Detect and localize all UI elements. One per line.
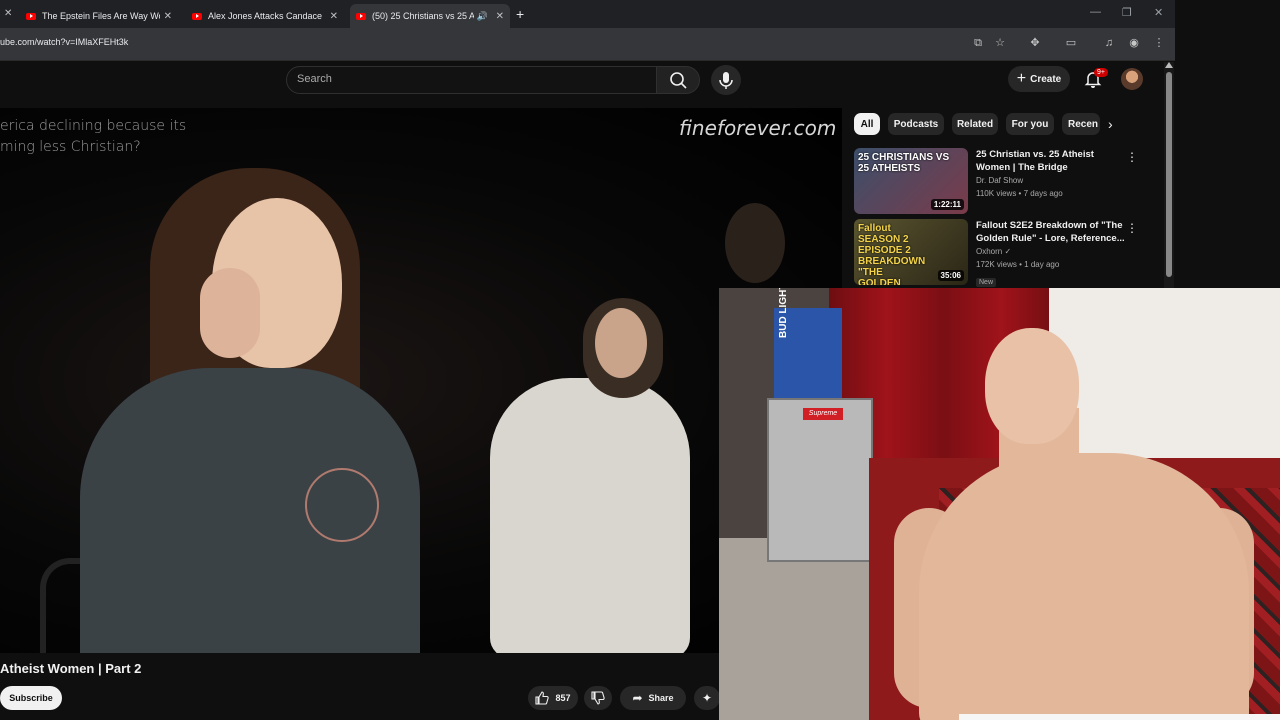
notification-count-badge: 9+: [1094, 68, 1108, 77]
scrollbar-thumb[interactable]: [1166, 72, 1172, 277]
scroll-up-icon[interactable]: [1165, 62, 1173, 68]
browser-menu-icon[interactable]: ⋮: [1152, 36, 1166, 50]
beer-box: BUD LIGHT: [774, 288, 842, 398]
tab-alex-jones[interactable]: Alex Jones Attacks Candace Ow ✕: [186, 4, 344, 28]
search-icon: [670, 72, 687, 89]
youtube-favicon-icon: [26, 12, 36, 20]
dislike-button[interactable]: [584, 686, 612, 710]
webcam-overlay: BUD LIGHT Supreme: [719, 288, 1280, 720]
recommendation-item[interactable]: 25 CHRISTIANS VS 25 ATHEISTS 1:22:11 25 …: [854, 148, 1154, 218]
divider: [0, 60, 1175, 61]
close-window-icon[interactable]: ✕: [1154, 6, 1163, 19]
chip-related[interactable]: Related: [952, 113, 998, 135]
minimize-icon[interactable]: —: [1090, 6, 1101, 18]
subscribe-button[interactable]: Subscribe: [0, 686, 62, 710]
close-tab-icon[interactable]: ✕: [330, 11, 338, 22]
profile-icon[interactable]: ◉: [1127, 36, 1141, 50]
recommendation-title[interactable]: Fallout S2E2 Breakdown of "The Golden Ru…: [976, 219, 1126, 245]
ask-ai-button[interactable]: ✦: [694, 686, 720, 710]
more-actions-icon[interactable]: ⋮: [1126, 150, 1138, 164]
video-frame-person-white-robe: [490, 378, 690, 653]
mini-fridge: [767, 398, 873, 562]
tab-christians-vs-atheists[interactable]: (50) 25 Christians vs 25 Athe 🔊 ✕: [350, 4, 510, 28]
like-button[interactable]: 857: [528, 686, 578, 710]
video-title: Atheist Women | Part 2: [0, 661, 142, 676]
video-watermark: fineforever.com: [679, 116, 837, 140]
video-caption: erica declining because its ming less Ch…: [0, 118, 187, 155]
extensions-icon[interactable]: ✥: [1028, 36, 1042, 50]
search-button[interactable]: [656, 66, 700, 94]
new-tab-icon[interactable]: +: [516, 6, 524, 22]
create-button[interactable]: + Create: [1008, 66, 1070, 92]
shirt-logo: [305, 468, 379, 542]
video-thumbnail[interactable]: Fallout SEASON 2 EPISODE 2 BREAKDOWN "TH…: [854, 219, 968, 285]
share-button[interactable]: ➦ Share: [620, 686, 686, 710]
plus-icon: +: [1016, 70, 1027, 87]
channel-name[interactable]: Oxhorn ✓: [976, 245, 1126, 258]
install-app-icon[interactable]: ⧉: [971, 36, 985, 50]
webcam-person: [919, 453, 1249, 720]
close-tab-icon[interactable]: ✕: [496, 11, 504, 22]
youtube-favicon-icon: [192, 12, 202, 20]
fridge-sticker: Supreme: [803, 408, 843, 420]
new-badge: New: [976, 278, 997, 287]
bookmark-star-icon[interactable]: ☆: [993, 36, 1007, 50]
thumbs-up-icon: [535, 691, 550, 705]
chip-podcasts[interactable]: Podcasts: [888, 113, 944, 135]
tab-epstein-files[interactable]: The Epstein Files Are Way Worse ✕: [20, 4, 178, 28]
chip-all[interactable]: All: [854, 113, 880, 135]
page-scrollbar[interactable]: [1164, 62, 1174, 288]
sparkle-icon: ✦: [701, 691, 713, 705]
video-frame-background-person: [725, 203, 785, 283]
share-icon: ➦: [632, 691, 643, 705]
recommendation-item[interactable]: Fallout SEASON 2 EPISODE 2 BREAKDOWN "TH…: [854, 219, 1154, 289]
chip-for-you[interactable]: For you: [1006, 113, 1054, 135]
split-view-icon[interactable]: ▭: [1064, 36, 1078, 50]
chevron-right-icon[interactable]: ›: [1108, 116, 1113, 132]
search-input[interactable]: Search: [286, 66, 658, 94]
verified-icon: ✓: [1004, 247, 1012, 256]
more-actions-icon[interactable]: ⋮: [1126, 221, 1138, 235]
video-meta: 172K views • 1 day ago: [976, 260, 1060, 269]
voice-search-button[interactable]: [711, 65, 741, 95]
browser-tab-bar: The Epstein Files Are Way Worse ✕ Alex J…: [0, 0, 1175, 28]
video-duration: 1:22:11: [930, 199, 964, 210]
avatar[interactable]: [1121, 68, 1143, 90]
thumbs-down-icon: [591, 691, 605, 705]
video-duration: 35:06: [937, 270, 964, 281]
address-bar: ube.com/watch?v=IMlaXFEHt3k ⧉ ☆ ✥ ▭ ♫ ◉ …: [0, 28, 1175, 60]
close-tab-icon[interactable]: ✕: [164, 11, 172, 22]
video-player[interactable]: erica declining because its ming less Ch…: [0, 108, 842, 653]
channel-name[interactable]: Dr. Daf Show: [976, 174, 1126, 187]
media-controls-icon[interactable]: ♫: [1102, 36, 1116, 50]
url-field[interactable]: ube.com/watch?v=IMlaXFEHt3k: [0, 37, 128, 47]
video-thumbnail[interactable]: 25 CHRISTIANS VS 25 ATHEISTS 1:22:11: [854, 148, 968, 214]
chip-recently-uploaded[interactable]: Recen: [1062, 113, 1100, 135]
maximize-icon[interactable]: ❐: [1122, 6, 1132, 19]
audio-playing-icon[interactable]: 🔊: [477, 11, 488, 22]
close-tab-icon[interactable]: ✕: [4, 8, 12, 19]
microphone-icon: [719, 72, 733, 89]
video-meta: 110K views • 7 days ago: [976, 189, 1063, 198]
youtube-favicon-icon: [356, 12, 366, 20]
recommendation-title[interactable]: 25 Christian vs. 25 Atheist Women | The …: [976, 148, 1126, 174]
